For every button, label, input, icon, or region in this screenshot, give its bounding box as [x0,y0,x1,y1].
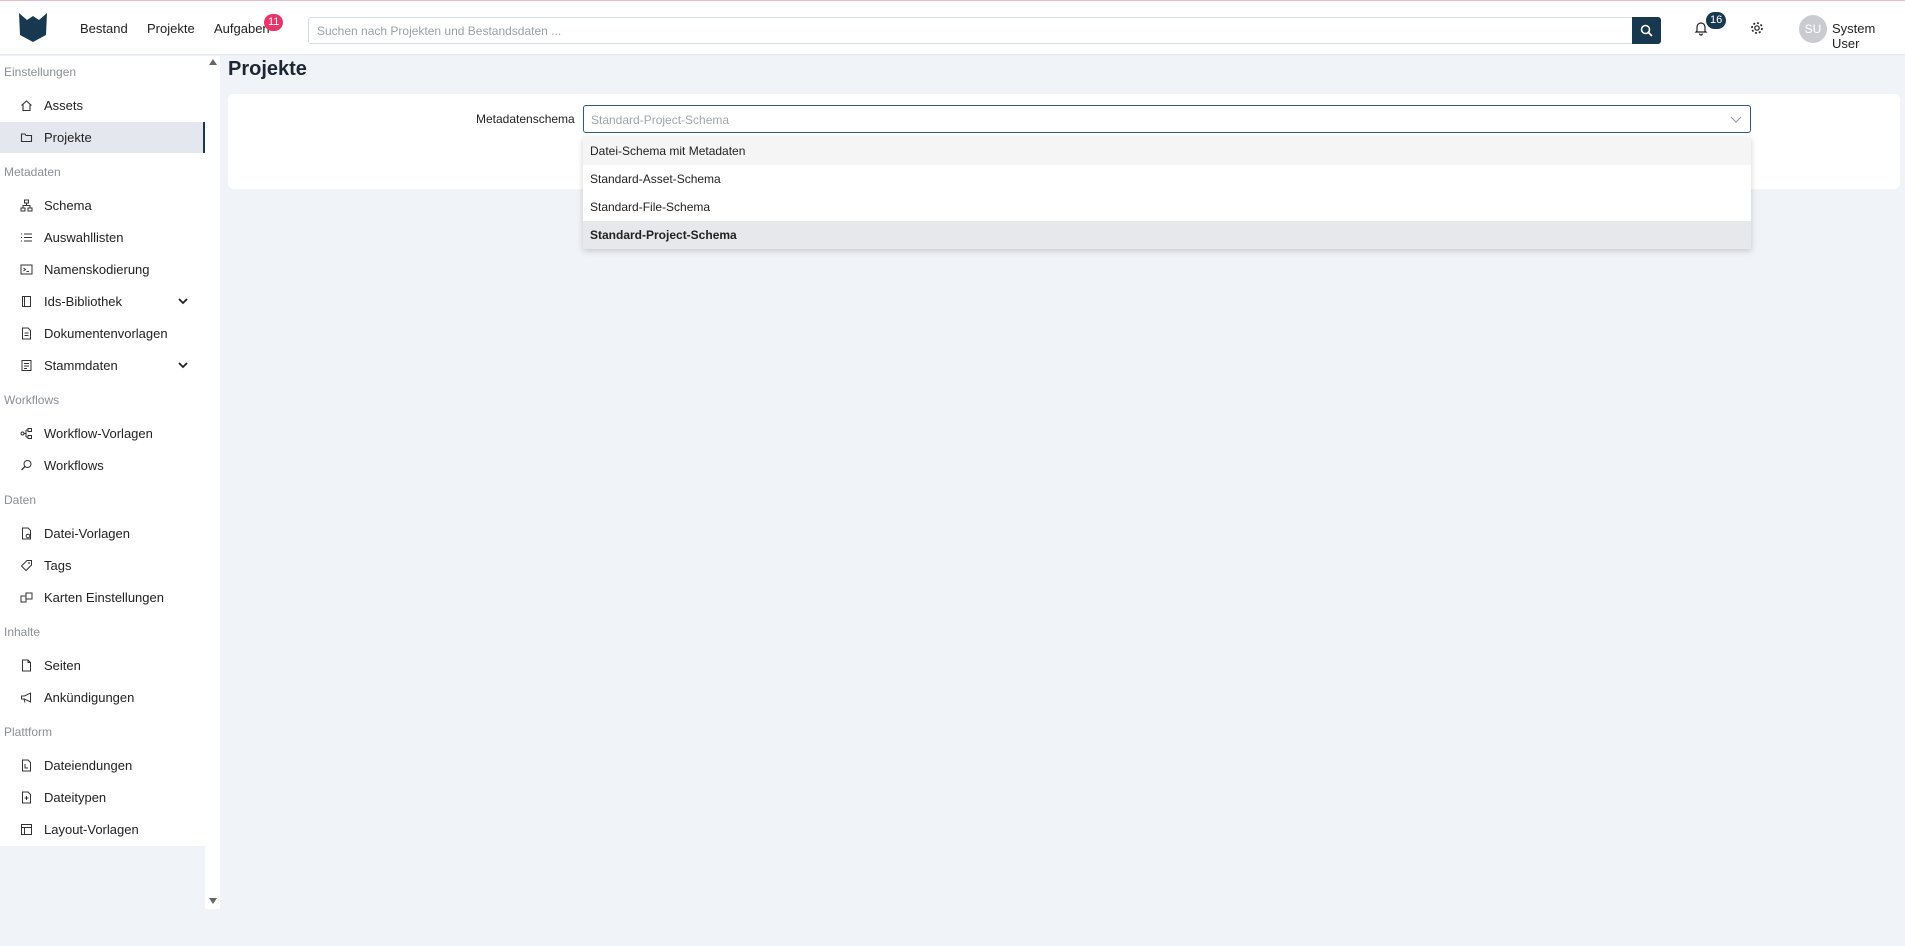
folder-icon [20,133,33,143]
top-bar: Bestand Projekte Aufgaben 11 16 SU Syste… [0,0,1905,55]
tasks-badge: 11 [264,14,284,31]
section-title-workflows: Workflows [4,393,60,407]
home-icon [21,100,32,112]
user-name[interactable]: System User [1832,21,1905,51]
sidebar-item-label: Schema [44,198,92,213]
terminal-icon [20,264,33,275]
sidebar-item-workflows[interactable]: Workflows [0,450,205,481]
section-title-einstellungen: Einstellungen [4,65,77,79]
sidebar-item-label: Namenskodierung [44,262,150,277]
sidebar-item-workflow-vorlagen[interactable]: Workflow-Vorlagen [0,418,205,449]
nav-bestand[interactable]: Bestand [80,21,128,36]
sidebar-item-label: Workflow-Vorlagen [44,426,153,441]
chevron-down-icon[interactable] [178,360,188,370]
page-title: Projekte [228,58,307,80]
file-extension-icon [22,759,31,772]
notification-badge: 16 [1706,12,1727,29]
sidebar-item-label: Auswahllisten [44,230,124,245]
workflow-icon [20,428,32,439]
file-type-icon [22,791,31,804]
sidebar-item-namenskodierung[interactable]: Namenskodierung [0,254,205,285]
section-title-inhalte: Inhalte [4,625,41,639]
layout-icon [21,824,32,835]
sidebar-item-label: Karten Einstellungen [44,590,164,605]
chevron-down-icon [1730,116,1742,123]
sidebar-item-label: Ankündigungen [44,690,135,705]
document-icon [22,327,31,340]
sidebar-item-label: Dateitypen [44,790,107,805]
sidebar-item-stammdaten[interactable]: Stammdaten [0,350,205,381]
search-icon [1640,24,1653,37]
metadata-schema-dropdown: Datei-Schema mit Metadaten Standard-Asse… [583,137,1751,249]
sidebar-item-label: Dokumentenvorlagen [44,326,168,341]
sidebar-item-ids-bibliothek[interactable]: Ids-Bibliothek [0,286,205,317]
sidebar-item-label: Dateiendungen [44,758,133,773]
sidebar-item-projekte[interactable]: Projekte [0,122,205,153]
search-bar [308,17,1661,44]
section-title-plattform: Plattform [4,725,53,739]
sidebar-item-assets[interactable]: Assets [0,90,205,121]
chevron-down-icon[interactable] [178,296,188,306]
nav-projekte[interactable]: Projekte [147,21,195,36]
map-settings-icon [20,592,33,603]
sidebar-item-label: Workflows [44,458,104,473]
nav-aufgaben[interactable]: Aufgaben [214,21,270,36]
sidebar-item-label: Layout-Vorlagen [44,822,139,837]
dropdown-option[interactable]: Datei-Schema mit Metadaten [583,137,1751,165]
page-icon [22,659,31,672]
sidebar-item-karten-einstellungen[interactable]: Karten Einstellungen [0,582,205,613]
scroll-down-arrow-icon[interactable] [209,898,217,904]
metadata-schema-label: Metadatenschema [476,112,575,126]
sidebar-item-layout-vorlagen[interactable]: Layout-Vorlagen [0,814,205,845]
sidebar-item-dateiendungen[interactable]: Dateiendungen [0,750,205,781]
section-title-daten: Daten [4,493,37,507]
sidebar: Einstellungen Assets Projekte Metadaten … [0,56,205,846]
book-icon [22,296,31,307]
logo-icon[interactable] [18,11,48,43]
search-button[interactable] [1632,17,1661,44]
dropdown-option[interactable]: Standard-File-Schema [583,193,1751,221]
dropdown-option[interactable]: Standard-Asset-Schema [583,165,1751,193]
avatar[interactable]: SU [1799,15,1827,43]
sidebar-item-label: Projekte [44,130,92,145]
search-input[interactable] [309,18,1633,43]
list-icon [21,233,32,242]
sidebar-item-dateitypen[interactable]: Dateitypen [0,782,205,813]
dropdown-option-selected[interactable]: Standard-Project-Schema [583,221,1751,249]
sidebar-item-ankuendigungen[interactable]: Ankündigungen [0,682,205,713]
file-template-icon [22,527,31,540]
sidebar-item-schema[interactable]: Schema [0,190,205,221]
sidebar-item-label: Datei-Vorlagen [44,526,130,541]
sidebar-item-tags[interactable]: Tags [0,550,205,581]
select-value: Standard-Project-Schema [591,113,730,127]
sidebar-item-label: Ids-Bibliothek [44,294,123,309]
metadata-schema-select[interactable]: Standard-Project-Schema [583,105,1751,133]
sidebar-item-datei-vorlagen[interactable]: Datei-Vorlagen [0,518,205,549]
sidebar-scrollbar[interactable] [205,56,220,909]
sidebar-item-dokumentenvorlagen[interactable]: Dokumentenvorlagen [0,318,205,349]
workflow-search-icon [21,460,32,471]
sidebar-item-label: Tags [44,558,72,573]
megaphone-icon [21,692,31,703]
gear-icon[interactable] [1749,20,1765,36]
sidebar-item-label: Seiten [44,658,81,673]
tag-icon [20,560,32,572]
sidebar-item-auswahllisten[interactable]: Auswahllisten [0,222,205,253]
sidebar-item-label: Stammdaten [44,358,118,373]
database-icon [21,360,32,371]
schema-icon [20,199,33,212]
sidebar-item-seiten[interactable]: Seiten [0,650,205,681]
section-title-metadaten: Metadaten [4,165,61,179]
sidebar-item-label: Assets [44,98,84,113]
scroll-up-arrow-icon[interactable] [209,59,217,65]
